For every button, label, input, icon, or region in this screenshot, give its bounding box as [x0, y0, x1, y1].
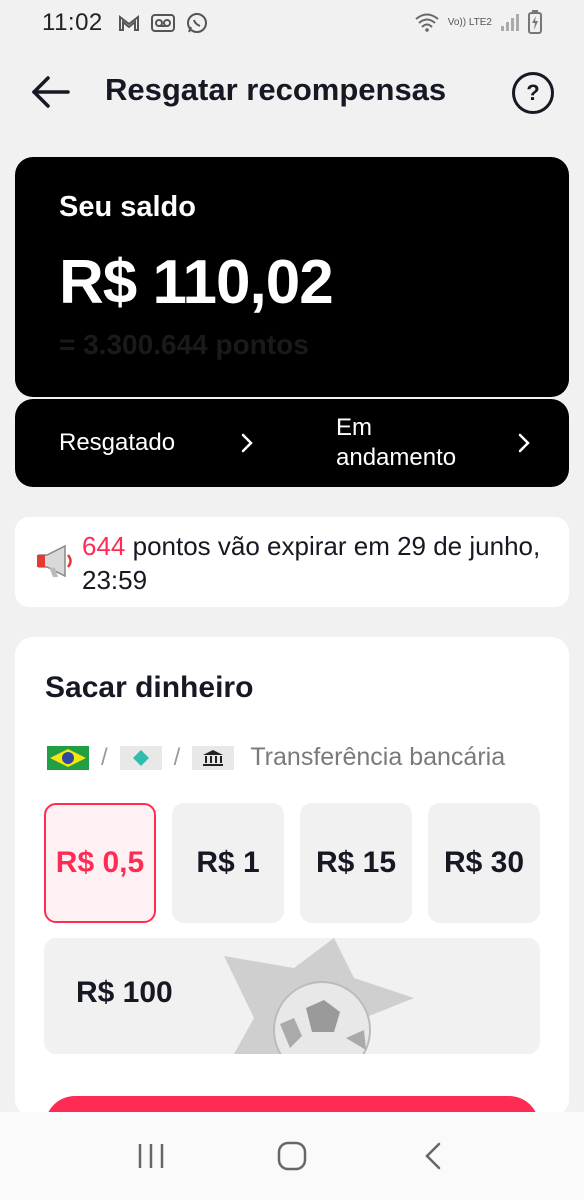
system-back-button[interactable] — [403, 1131, 463, 1181]
voicemail-icon — [150, 12, 175, 34]
home-button[interactable] — [262, 1131, 322, 1181]
balance-points: = 3.300.644 pontos — [59, 329, 309, 360]
whatsapp-icon — [185, 12, 209, 34]
amount-option-0-5[interactable]: R$ 0,5 — [44, 803, 156, 923]
cash-title: Sacar dinheiro — [45, 671, 254, 704]
status-system-icons: Vo)) LTE2 — [414, 9, 542, 37]
redeemed-link[interactable]: Resgatado — [15, 399, 292, 487]
redeemed-label: Resgatado — [59, 429, 176, 456]
megaphone-icon — [35, 543, 77, 579]
status-bar: 11:02 Vo)) LTE2 — [0, 0, 584, 46]
payment-methods: / / Transferência bancária — [47, 743, 505, 772]
page-title: Resgatar recompensas — [105, 72, 447, 107]
chevron-right-icon — [240, 432, 254, 460]
wifi-icon — [414, 12, 440, 35]
recent-apps-button[interactable] — [121, 1131, 181, 1181]
in-progress-label: Em andamento — [336, 414, 457, 471]
cash-withdraw-card: Sacar dinheiro / / Transferência bancári… — [15, 637, 569, 1117]
system-nav-bar — [0, 1112, 584, 1200]
brazil-flag-icon — [47, 745, 89, 770]
balance-value: R$ 110,02 — [59, 248, 334, 317]
expiry-notice: 644 pontos vão expirar em 29 de junho, 2… — [15, 517, 569, 607]
amount-option-100[interactable]: R$ 100 — [44, 938, 540, 1054]
help-icon: ? — [526, 80, 540, 105]
arrow-left-icon — [32, 76, 70, 108]
balance-label: Seu saldo — [59, 191, 196, 223]
expiry-points: 644 — [82, 531, 126, 561]
amount-option-15[interactable]: R$ 15 — [300, 803, 412, 923]
soccer-ball-icon — [224, 938, 414, 1054]
app-header: Resgatar recompensas ? — [0, 58, 584, 124]
bank-transfer-label: Transferência bancária — [250, 743, 506, 771]
back-icon — [425, 1142, 441, 1170]
expiry-text: 644 pontos vão expirar em 29 de junho, 2… — [82, 529, 552, 597]
in-progress-link[interactable]: Em andamento — [292, 399, 569, 487]
back-button[interactable] — [28, 72, 72, 112]
chevron-right-icon — [517, 432, 531, 460]
method-separator: / — [101, 743, 108, 771]
battery-icon — [528, 9, 542, 37]
history-links: Resgatado Em andamento — [15, 399, 569, 487]
help-button[interactable]: ? — [512, 72, 554, 114]
gmail-icon — [117, 12, 141, 34]
status-notifications — [117, 12, 209, 34]
bank-icon — [192, 745, 235, 770]
recent-apps-icon — [138, 1144, 163, 1168]
expiry-message: pontos vão expirar em 29 de junho, 23:59 — [82, 531, 541, 595]
pix-icon — [119, 745, 162, 770]
amount-option-1[interactable]: R$ 1 — [172, 803, 284, 923]
home-icon — [277, 1141, 307, 1171]
amount-option-30[interactable]: R$ 30 — [428, 803, 540, 923]
signal-icon — [500, 12, 520, 35]
amount-100-label: R$ 100 — [76, 976, 173, 1009]
network-label: Vo)) LTE2 — [447, 17, 492, 28]
method-separator: / — [173, 743, 181, 771]
balance-card: Seu saldo R$ 110,02 = 3.300.644 pontos — [15, 157, 569, 397]
status-time: 11:02 — [42, 9, 103, 36]
